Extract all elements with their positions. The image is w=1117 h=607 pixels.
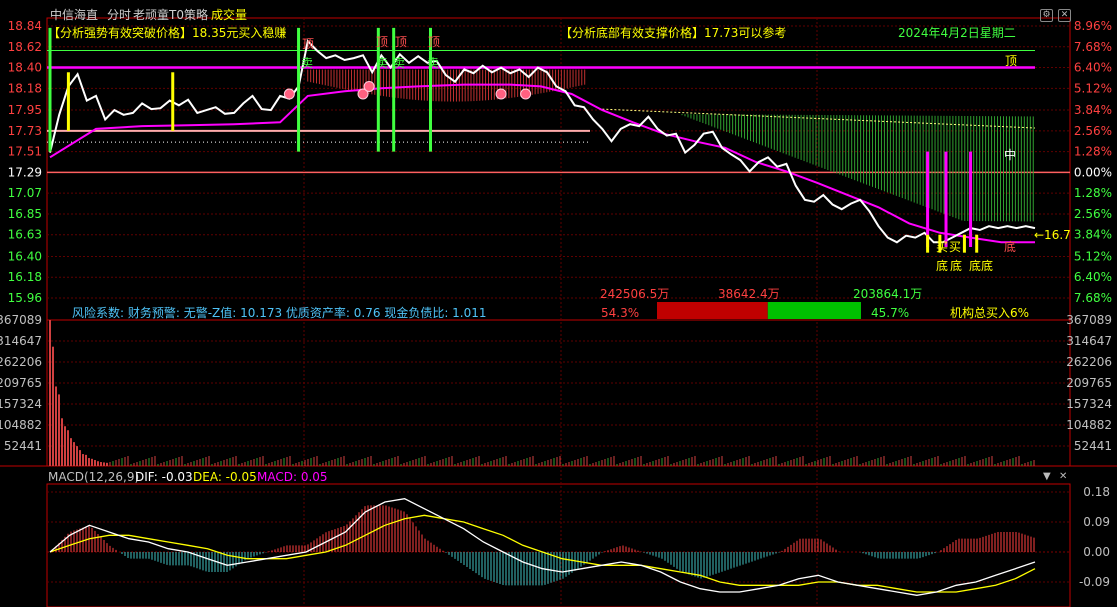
price-tick-label: 16.85 [8,207,42,221]
gem-icon [363,80,375,92]
price-tick-label: 18.62 [8,40,42,54]
signal-top-right: 顶 [1005,54,1018,68]
price-tick-label: 18.40 [8,61,42,75]
signal-sell: 卖 [393,56,406,70]
gem-icon [283,88,295,100]
signal-bottom: 底 [1004,240,1017,254]
pct-tick-label: 2.56% [1074,207,1112,221]
pct-tick-label: 1.28% [1074,145,1112,159]
pct-tick-label: 7.68% [1074,291,1112,305]
price-tick-label: 17.73 [8,124,42,138]
fund-sell-amount: 203864.1万 [853,287,923,301]
break-price-text: 18.35元买入稳赚 [192,26,287,40]
current-price-tag: ←16.7 [1034,228,1071,242]
volume-tick-label: 52441 [4,439,42,453]
volume-tick-label: 157324 [0,397,42,411]
break-price-label: 【分析强势有效突破价格】 [48,26,193,40]
price-tick-label: 16.40 [8,249,42,263]
macd-tick-label: -0.09 [1079,575,1110,589]
fund-net-amount: 38642.4万 [718,287,780,301]
signal-buy: 买 [949,240,962,254]
signal-bottom: 底 [950,259,963,273]
signal-sell: 卖 [301,56,314,70]
pct-tick-label: 2.56% [1074,124,1112,138]
volume-tick-label-right: 314647 [1066,334,1112,348]
price-tick-label: 17.51 [8,145,42,159]
dropdown-icon[interactable]: ▼ [1043,470,1051,484]
price-tick-label: 16.18 [8,270,42,284]
price-pane-frame [46,17,1071,321]
fund-sell-pct: 45.7% [871,306,910,320]
macd-dif: DIF: -0.03 [135,470,193,484]
pct-tick-label: 6.40% [1074,61,1112,75]
macd-tick-label: 0.18 [1083,485,1110,499]
price-tick-label: 18.84 [8,19,42,33]
macd-title: MACD(12,26,9) [48,470,140,484]
support-price-text: 17.73可以参考 [704,26,787,40]
gem-icon [495,88,507,100]
chart-canvas: 18.84 8.96% 18.62 7.68% 18.40 6.40% 18.18 5.12%… [0,17,1117,607]
macd-tick-label: 0.09 [1083,515,1110,529]
volume-tick-label: 314647 [0,334,42,348]
date-text: 2024年4月2日星期二 [898,26,1016,40]
settings-button[interactable]: ⚙ [1040,9,1053,22]
volume-tick-label: 367089 [0,313,42,327]
volume-tick-label-right: 367089 [1066,313,1112,327]
macd-tick-label: 0.00 [1083,545,1110,559]
macd-value: MACD: 0.05 [257,470,328,484]
price-tick-label: 17.29 [8,165,42,179]
volume-tick-label: 104882 [0,418,42,432]
signal-top: 顶 [302,37,315,51]
pct-tick-label: 5.12% [1074,81,1112,95]
signal-buy: 买 [936,240,949,254]
pct-tick-label: 8.96% [1074,19,1112,33]
pct-tick-label: 5.12% [1074,249,1112,263]
signal-bottom: 底 [981,259,994,273]
fund-sell-bar [767,302,861,319]
view-mode: 分时 [107,8,132,22]
close-icon[interactable]: ✕ [1059,470,1067,484]
price-tick-label: 16.63 [8,228,42,242]
fundamentals-text: 风险系数: 财务预警: 无警-Z值: 10.173 优质资产率: 0.76 现金… [72,306,487,320]
macd-pane-frame [46,483,1071,607]
strategy-name: 老顽童T0策略 [133,8,208,22]
indicator-name: 成交量 [211,8,248,22]
volume-tick-label: 262206 [0,355,42,369]
institution-text: 机构总买入6% [950,306,1030,320]
pct-tick-label: 3.84% [1074,103,1112,117]
volume-tick-label-right: 209765 [1066,376,1112,390]
volume-tick-label-right: 104882 [1066,418,1112,432]
volume-tick-label-right: 52441 [1074,439,1112,453]
stock-name: 中信海直 [50,8,99,22]
volume-pane-frame [46,319,1071,467]
pct-tick-label: 6.40% [1074,270,1112,284]
support-price-label: 【分析底部有效支撑价格】 [560,26,705,40]
pct-tick-label: 3.84% [1074,228,1112,242]
pct-tick-label: 1.28% [1074,186,1112,200]
price-tick-label: 18.18 [8,81,42,95]
pct-tick-label: 7.68% [1074,40,1112,54]
price-tick-label: 17.95 [8,103,42,117]
signal-top: 顶 [376,35,389,49]
volume-tick-label-right: 262206 [1066,355,1112,369]
pct-tick-label: 0.00% [1074,165,1112,179]
signal-sell: 卖 [427,56,440,70]
signal-bottom: 底 [969,259,982,273]
volume-tick-label-right: 157324 [1066,397,1112,411]
price-tick-label: 17.07 [8,186,42,200]
volume-tick-label: 209765 [0,376,42,390]
macd-dea: DEA: -0.05 [193,470,257,484]
signal-top: 顶 [395,35,408,49]
gem-icon [520,88,532,100]
fund-buy-bar [657,302,768,319]
signal-sell: 卖 [376,56,389,70]
signal-bottom: 底 [936,259,949,273]
price-tick-label: 15.96 [8,291,42,305]
close-icon[interactable]: ✕ [1058,9,1071,22]
signal-middle: 中 [1004,148,1017,162]
fund-buy-pct: 54.3% [601,306,640,320]
signal-top: 顶 [428,35,441,49]
fund-buy-amount: 242506.5万 [600,287,670,301]
